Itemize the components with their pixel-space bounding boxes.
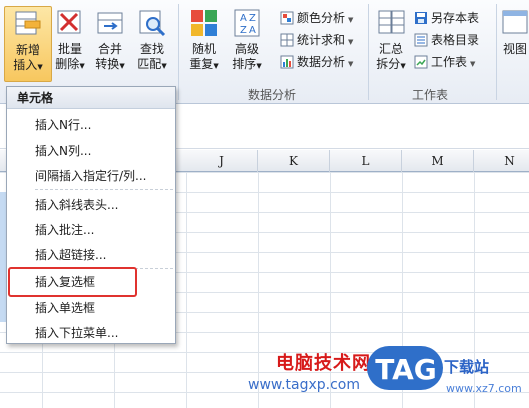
- column-header-j[interactable]: J: [186, 150, 258, 172]
- menu-item-insert-n-columns[interactable]: 插入N列...: [35, 141, 91, 161]
- tag-logo-text: TAG: [375, 353, 437, 386]
- insert-new-button[interactable]: 新增 插入▼: [4, 6, 52, 82]
- color-analysis-button[interactable]: 颜色分析 ▼: [280, 8, 353, 28]
- find-match-button[interactable]: 查找 匹配▼: [132, 6, 172, 82]
- batch-delete-label-2: 删除: [55, 57, 80, 71]
- menu-item-insert-n-rows[interactable]: 插入N行...: [35, 115, 91, 135]
- summary-split-label-1: 汇总: [378, 42, 403, 56]
- tag-logo-icon: TAG: [367, 346, 443, 390]
- save-sheet-label: 另存本表: [431, 11, 480, 25]
- group-label-data-analysis: 数据分析: [248, 88, 297, 102]
- group-label-worksheet: 工作表: [412, 88, 449, 102]
- insert-new-label-2: 插入: [13, 58, 38, 72]
- advanced-sort-label-1: 高级: [234, 42, 259, 56]
- menu-item-interval-insert[interactable]: 间隔插入指定行/列...: [35, 166, 147, 186]
- svg-text:A: A: [240, 13, 247, 24]
- stat-sum-button[interactable]: 统计求和 ▼: [280, 30, 353, 50]
- worksheet-label: 工作表: [431, 55, 468, 69]
- random-repeat-button[interactable]: 随机 重复▼: [184, 6, 224, 82]
- view-button[interactable]: 视图: [500, 6, 529, 82]
- insert-table-icon: [15, 11, 41, 35]
- merge-convert-button[interactable]: 合并 转换▼: [90, 6, 130, 82]
- dropdown-arrow-icon: ▼: [348, 16, 354, 24]
- batch-delete-label-1: 批量: [57, 42, 82, 56]
- watermark-site-url: www.xz7.com: [446, 382, 522, 395]
- color-table-icon: [280, 11, 294, 25]
- watermark-url: www.tagxp.com: [248, 377, 360, 393]
- merge-convert-label-1: 合并: [97, 42, 122, 56]
- dropdown-arrow-icon: ▼: [470, 60, 476, 68]
- batch-delete-button[interactable]: 批量 删除▼: [52, 6, 88, 82]
- dropdown-arrow-icon: ▼: [161, 62, 167, 70]
- find-match-label-2: 匹配: [137, 57, 162, 71]
- dropdown-arrow-icon: ▼: [37, 63, 43, 71]
- merge-convert-label-2: 转换: [95, 57, 120, 71]
- menu-item-insert-checkbox[interactable]: 插入复选框: [35, 272, 95, 292]
- save-sheet-button[interactable]: 另存本表: [414, 8, 479, 28]
- directory-icon: [414, 33, 428, 47]
- separator: [496, 4, 497, 100]
- insert-new-label-1: 新增: [15, 43, 40, 57]
- menu-item-insert-comment[interactable]: 插入批注...: [35, 220, 94, 240]
- dropdown-arrow-icon: ▼: [79, 62, 85, 70]
- column-header-m[interactable]: M: [402, 150, 474, 172]
- separator: [178, 4, 179, 100]
- view-label: 视图: [502, 42, 527, 56]
- svg-text:Z: Z: [249, 13, 256, 24]
- merge-icon: [97, 12, 123, 34]
- column-header-n[interactable]: N: [474, 150, 529, 172]
- menu-separator: [35, 189, 173, 190]
- worksheet-icon: [414, 55, 428, 69]
- advanced-sort-label-2: 排序: [232, 57, 257, 71]
- sheet-directory-label: 表格目录: [431, 33, 480, 47]
- color-grid-icon: [191, 10, 217, 36]
- summary-icon: [378, 10, 405, 34]
- dropdown-arrow-icon: ▼: [348, 38, 354, 46]
- view-icon: [502, 10, 528, 34]
- sort-az-icon: A Z Z A: [234, 9, 260, 37]
- watermark-text: 电脑技术网: [276, 353, 371, 374]
- magnifier-icon: [139, 10, 166, 37]
- data-analysis-label: 数据分析: [297, 55, 346, 69]
- sum-table-icon: [280, 33, 294, 47]
- svg-text:A: A: [249, 25, 256, 36]
- insert-dropdown-menu: 单元格 插入N行... 插入N列... 间隔插入指定行/列... 插入斜线表头.…: [6, 86, 176, 344]
- svg-text:Z: Z: [240, 25, 247, 36]
- random-repeat-label-1: 随机: [191, 42, 216, 56]
- menu-item-insert-hyperlink[interactable]: 插入超链接...: [35, 245, 106, 265]
- summary-split-label-2: 拆分: [376, 57, 401, 71]
- separator: [368, 4, 369, 100]
- menu-item-insert-diagonal-header[interactable]: 插入斜线表头...: [35, 195, 118, 215]
- random-repeat-label-2: 重复: [189, 57, 214, 71]
- summary-split-button[interactable]: 汇总 拆分▼: [372, 6, 410, 82]
- advanced-sort-button[interactable]: A Z Z A 高级 排序▼: [226, 6, 268, 82]
- dropdown-arrow-icon: ▼: [400, 62, 406, 70]
- menu-header-cell: 单元格: [7, 87, 175, 109]
- data-analysis-button[interactable]: 数据分析 ▼: [280, 52, 353, 72]
- sheet-directory-button[interactable]: 表格目录: [414, 30, 479, 50]
- find-match-label-1: 查找: [139, 42, 164, 56]
- dropdown-arrow-icon: ▼: [119, 62, 125, 70]
- dropdown-arrow-icon: ▼: [256, 62, 262, 70]
- column-header-k[interactable]: K: [258, 150, 330, 172]
- column-header-l[interactable]: L: [330, 150, 402, 172]
- stat-sum-label: 统计求和: [297, 33, 346, 47]
- watermark-site: 下载站: [444, 358, 490, 376]
- analysis-icon: [280, 55, 294, 69]
- save-sheet-icon: [415, 12, 427, 24]
- dropdown-arrow-icon: ▼: [348, 60, 354, 68]
- delete-table-icon: [57, 10, 81, 34]
- color-analysis-label: 颜色分析: [297, 11, 346, 25]
- menu-item-insert-radio[interactable]: 插入单选框: [35, 298, 95, 318]
- worksheet-button[interactable]: 工作表 ▼: [414, 52, 475, 72]
- menu-item-insert-dropdown[interactable]: 插入下拉菜单...: [35, 323, 118, 343]
- dropdown-arrow-icon: ▼: [213, 62, 219, 70]
